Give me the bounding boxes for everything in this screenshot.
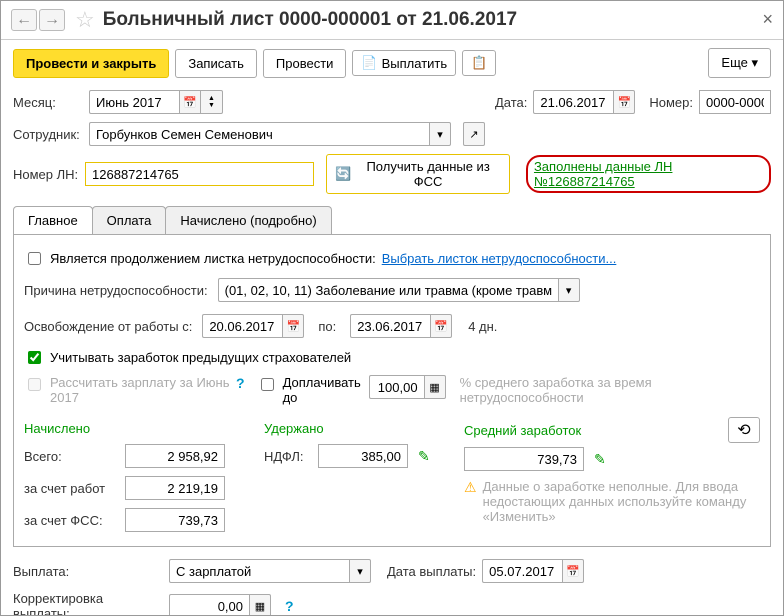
ndfl-edit-icon[interactable]: ✎	[418, 448, 430, 465]
tab-payment[interactable]: Оплата	[92, 206, 167, 234]
pay-date-label: Дата выплаты:	[387, 564, 476, 579]
pay-date-picker[interactable]: 📅	[562, 559, 584, 583]
absence-from-label: Освобождение от работы с:	[24, 319, 192, 334]
absence-to-input[interactable]	[350, 314, 430, 338]
calc-salary-checkbox	[28, 378, 41, 391]
ln-number-label: Номер ЛН:	[13, 167, 79, 182]
percent-input[interactable]	[369, 375, 424, 399]
fss-label: за счет ФСС:	[24, 513, 119, 528]
avg-earnings-input[interactable]	[464, 447, 584, 471]
refresh-icon: 🔄	[335, 166, 351, 182]
fss-input[interactable]	[125, 508, 225, 532]
employee-dropdown-button[interactable]: ▾	[429, 122, 451, 146]
ndfl-label: НДФЛ:	[264, 449, 312, 464]
date-input[interactable]	[533, 90, 613, 114]
is-continuation-checkbox[interactable]	[28, 252, 41, 265]
nav-back-button[interactable]: ←	[11, 9, 37, 31]
additional-pay-checkbox[interactable]	[261, 378, 274, 391]
additional-pay-label: Доплачивать до	[283, 375, 363, 405]
avg-earnings-header: Средний заработок	[464, 419, 728, 442]
tab-accrued[interactable]: Начислено (подробно)	[165, 206, 331, 234]
tab-main[interactable]: Главное	[13, 206, 93, 234]
total-input[interactable]	[125, 444, 225, 468]
correction-help-icon[interactable]: ?	[285, 598, 294, 614]
employer-input[interactable]	[125, 476, 225, 500]
total-label: Всего:	[24, 449, 119, 464]
absence-from-picker[interactable]: 📅	[282, 314, 304, 338]
correction-calc-button[interactable]: ▦	[249, 594, 271, 616]
ln-filled-link[interactable]: Заполнены данные ЛН №126887214765	[534, 159, 672, 189]
select-sheet-link[interactable]: Выбрать листок нетрудоспособности...	[382, 251, 617, 266]
absence-to-picker[interactable]: 📅	[430, 314, 452, 338]
ndfl-input[interactable]	[318, 444, 408, 468]
is-continuation-label: Является продолжением листка нетрудоспос…	[50, 251, 376, 266]
more-button[interactable]: Еще ▾	[708, 48, 771, 78]
pay-date-input[interactable]	[482, 559, 562, 583]
help-icon[interactable]: ?	[236, 375, 245, 391]
employer-label: за счет работ	[24, 481, 119, 496]
employee-input[interactable]	[89, 122, 429, 146]
payment-label: Выплата:	[13, 564, 163, 579]
percent-calc-button[interactable]: ▦	[424, 375, 446, 399]
pay-button[interactable]: 📄 Выплатить	[352, 50, 456, 76]
reason-label: Причина нетрудоспособности:	[24, 283, 208, 298]
number-label: Номер:	[649, 95, 693, 110]
prev-insurers-label: Учитывать заработок предыдущих страховат…	[50, 350, 351, 365]
month-spinner[interactable]: ▲▼	[201, 90, 223, 114]
attachments-button[interactable]: 📋	[462, 50, 496, 76]
withheld-header: Удержано	[264, 417, 444, 440]
get-fss-data-button[interactable]: 🔄 Получить данные из ФСС	[326, 154, 510, 194]
submit-button[interactable]: Провести	[263, 49, 347, 78]
refresh-button[interactable]: ⟲	[728, 417, 760, 443]
payment-dropdown-button[interactable]: ▾	[349, 559, 371, 583]
favorite-icon[interactable]: ☆	[75, 7, 95, 33]
employee-label: Сотрудник:	[13, 127, 83, 142]
month-picker-button[interactable]: 📅	[179, 90, 201, 114]
month-input[interactable]	[89, 90, 179, 114]
correction-label: Корректировка выплаты:	[13, 591, 163, 616]
reason-input[interactable]	[218, 278, 558, 302]
document-icon: 📄	[361, 55, 377, 71]
payment-input[interactable]	[169, 559, 349, 583]
submit-close-button[interactable]: Провести и закрыть	[13, 49, 169, 78]
accrued-header: Начислено	[24, 417, 244, 440]
ln-number-input[interactable]	[85, 162, 314, 186]
date-label: Дата:	[495, 95, 527, 110]
close-button[interactable]: ×	[762, 9, 773, 30]
reason-dropdown-button[interactable]: ▾	[558, 278, 580, 302]
avg-edit-icon[interactable]: ✎	[594, 451, 606, 468]
window-title: Больничный лист 0000-000001 от 21.06.201…	[103, 9, 517, 31]
number-input[interactable]	[699, 90, 771, 114]
correction-input[interactable]	[169, 594, 249, 616]
save-button[interactable]: Записать	[175, 49, 257, 78]
warning-text: Данные о заработке неполные. Для ввода н…	[483, 479, 760, 524]
nav-forward-button[interactable]: →	[39, 9, 65, 31]
month-label: Месяц:	[13, 95, 83, 110]
list-icon: 📋	[471, 55, 487, 71]
days-count: 4 дн.	[468, 319, 497, 334]
percent-label: % среднего заработка за время нетрудоспо…	[460, 375, 680, 405]
absence-from-input[interactable]	[202, 314, 282, 338]
prev-insurers-checkbox[interactable]	[28, 351, 41, 364]
warning-icon: ⚠	[464, 479, 477, 524]
date-picker-button[interactable]: 📅	[613, 90, 635, 114]
absence-to-label: по:	[318, 319, 336, 334]
calc-salary-label: Рассчитать зарплату за Июнь 2017	[50, 375, 230, 405]
employee-open-button[interactable]: ↗	[463, 122, 485, 146]
